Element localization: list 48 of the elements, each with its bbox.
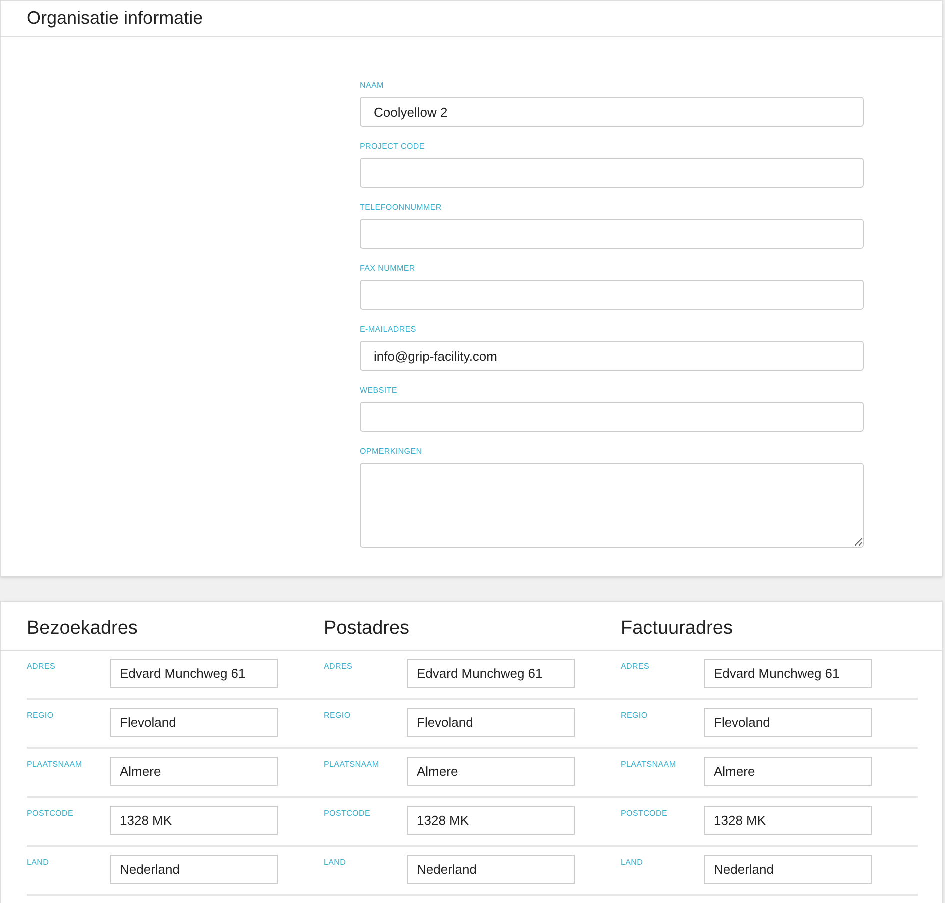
input-field[interactable]: Nederland [407, 855, 575, 884]
input-field[interactable]: Nederland [110, 855, 278, 884]
field-label: ADRES [27, 661, 57, 673]
section-title: Organisatie informatie [27, 7, 204, 30]
field-label: PROJECT CODE [360, 141, 425, 153]
field-label: TELEFOONNUMMER [360, 202, 442, 214]
input-field[interactable] [360, 219, 864, 249]
field-label: LAND [621, 857, 644, 869]
input-field[interactable]: Coolyellow 2 [360, 97, 864, 127]
field-label: E-MAILADRES [360, 324, 416, 336]
field-label: ADRES [324, 661, 354, 673]
input-field[interactable]: 1328 MK [407, 806, 575, 835]
input-field[interactable]: Edvard Munchweg 61 [110, 659, 278, 688]
field-label: POSTCODE [324, 808, 372, 820]
input-field[interactable]: Edvard Munchweg 61 [704, 659, 872, 688]
textarea-field[interactable] [360, 463, 864, 548]
section-title: Factuuradres [621, 619, 734, 638]
input-field[interactable]: 1328 MK [110, 806, 278, 835]
input-field[interactable] [360, 158, 864, 188]
field-label: PLAATSNAAM [324, 759, 380, 771]
input-field[interactable]: Flevoland [407, 708, 575, 737]
section-title: Bezoekadres [27, 619, 139, 638]
field-label: NAAM [360, 80, 384, 92]
input-field[interactable]: Flevoland [110, 708, 278, 737]
field-label: OPMERKINGEN [360, 446, 422, 458]
field-label: LAND [324, 857, 348, 869]
field-label: REGIO [621, 710, 649, 722]
field-label: ADRES [621, 661, 651, 673]
input-field[interactable]: Almere [110, 757, 278, 786]
field-label: FAX NUMMER [360, 263, 416, 275]
field-label: REGIO [324, 710, 352, 722]
input-field[interactable]: info@grip-facility.com [360, 341, 864, 371]
field-label: POSTCODE [27, 808, 74, 820]
input-field[interactable] [360, 280, 864, 310]
field-label: PLAATSNAAM [621, 759, 678, 771]
field-label: WEBSITE [360, 385, 398, 397]
field-label: REGIO [27, 710, 55, 722]
input-field[interactable]: Nederland [704, 855, 872, 884]
input-field[interactable]: Almere [704, 757, 872, 786]
input-field[interactable] [360, 402, 864, 432]
input-field[interactable]: Edvard Munchweg 61 [407, 659, 575, 688]
field-label: POSTCODE [621, 808, 668, 820]
field-label: LAND [27, 857, 50, 869]
input-field[interactable]: Almere [407, 757, 575, 786]
field-label: PLAATSNAAM [27, 759, 84, 771]
input-field[interactable]: 1328 MK [704, 806, 872, 835]
section-title: Postadres [324, 619, 411, 638]
input-field[interactable]: Flevoland [704, 708, 872, 737]
